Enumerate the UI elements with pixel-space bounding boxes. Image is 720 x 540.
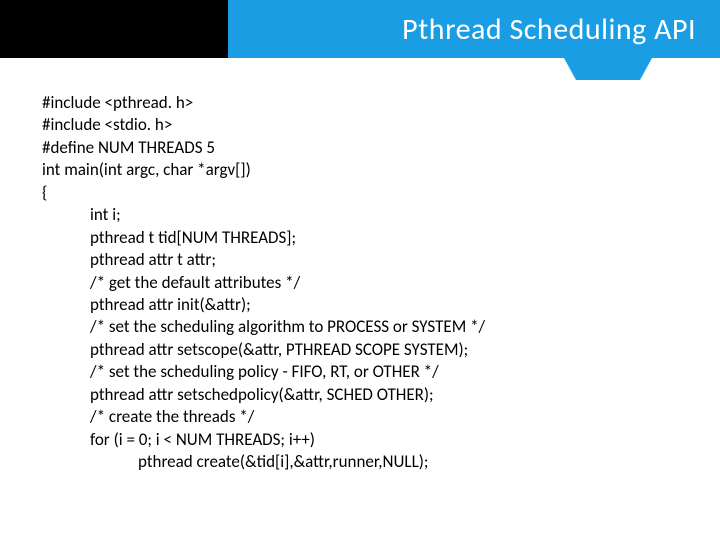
header-tab-triangle-right xyxy=(640,58,652,80)
code-line: #define NUM THREADS 5 xyxy=(42,137,690,159)
code-line: /* set the scheduling policy - FIFO, RT,… xyxy=(42,361,690,383)
slide-header: Pthread Scheduling API xyxy=(0,0,720,64)
slide-title: Pthread Scheduling API xyxy=(402,11,696,48)
header-tab xyxy=(576,58,640,80)
header-black-block xyxy=(0,0,228,58)
code-line: pthread attr setscope(&attr, PTHREAD SCO… xyxy=(42,339,690,361)
code-line: int i; xyxy=(42,204,690,226)
code-line: for (i = 0; i < NUM THREADS; i++) xyxy=(42,429,690,451)
header-title-band: Pthread Scheduling API xyxy=(228,0,720,58)
code-line: /* get the default attributes */ xyxy=(42,272,690,294)
code-line: pthread create(&tid[i],&attr,runner,NULL… xyxy=(42,451,690,473)
code-line: pthread attr t attr; xyxy=(42,249,690,271)
code-line: /* set the scheduling algorithm to PROCE… xyxy=(42,316,690,338)
code-line: pthread t tid[NUM THREADS]; xyxy=(42,227,690,249)
code-line: #include <pthread. h> xyxy=(42,92,690,114)
code-line: { xyxy=(42,182,690,204)
code-block: #include <pthread. h> #include <stdio. h… xyxy=(42,92,690,473)
header-tab-triangle-left xyxy=(564,58,576,80)
code-line: pthread attr setschedpolicy(&attr, SCHED… xyxy=(42,384,690,406)
code-line: /* create the threads */ xyxy=(42,406,690,428)
code-line: int main(int argc, char *argv[]) xyxy=(42,159,690,181)
code-line: pthread attr init(&attr); xyxy=(42,294,690,316)
code-line: #include <stdio. h> xyxy=(42,114,690,136)
